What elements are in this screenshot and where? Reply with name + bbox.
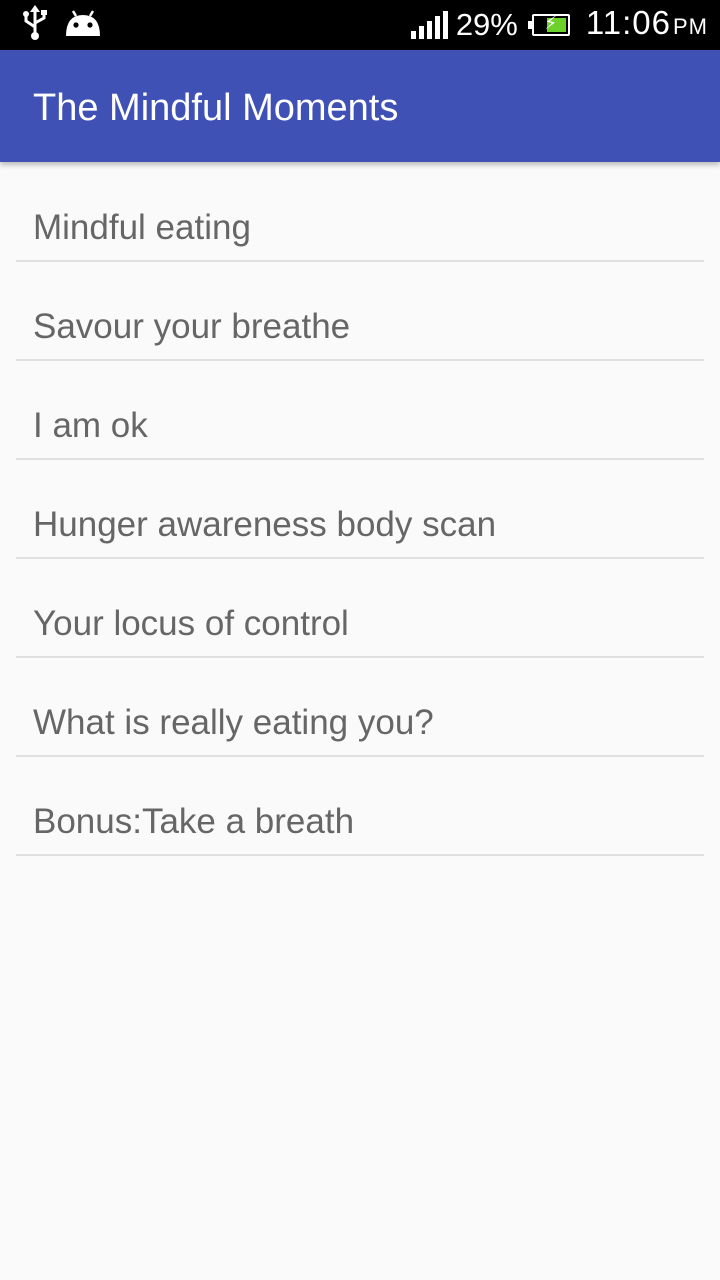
list-item[interactable]: Mindful eating — [16, 163, 704, 262]
signal-strength-icon — [410, 11, 448, 39]
list-item-label: Bonus:Take a breath — [33, 802, 355, 841]
status-left-icons — [20, 4, 102, 46]
charging-bolt-icon: ⚡ — [544, 13, 558, 34]
clock-time: 11:06 — [585, 4, 671, 41]
clock-ampm: PM — [673, 14, 708, 39]
list-item[interactable]: What is really eating you? — [16, 658, 704, 757]
list-item[interactable]: Your locus of control — [16, 559, 704, 658]
list-item[interactable]: I am ok — [16, 361, 704, 460]
android-debug-icon — [64, 8, 102, 43]
status-bar: 29% ⚡ 11:06PM — [0, 0, 720, 50]
list-item[interactable]: Hunger awareness body scan — [16, 460, 704, 559]
app-bar: The Mindful Moments — [0, 50, 720, 162]
meditation-list: Mindful eating Savour your breathe I am … — [16, 163, 704, 856]
status-right-area: 29% ⚡ 11:06PM — [410, 0, 708, 52]
usb-icon — [20, 4, 50, 46]
battery-charging-icon: ⚡ — [527, 13, 570, 36]
list-item[interactable]: Bonus:Take a breath — [16, 757, 704, 856]
app-title: The Mindful Moments — [33, 87, 399, 129]
battery-percentage: 29% — [455, 7, 518, 42]
list-item[interactable]: Savour your breathe — [16, 262, 704, 361]
status-clock: 11:06PM — [586, 0, 708, 52]
